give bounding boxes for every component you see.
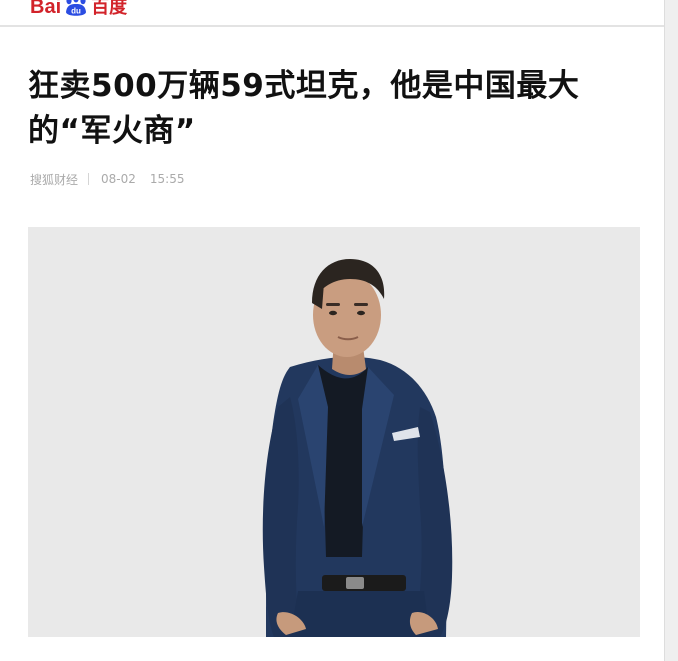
top-bar: Bai du 百度 <box>0 0 664 27</box>
meta-divider <box>88 173 90 185</box>
portrait-illustration <box>28 227 640 637</box>
article-date: 08-02 <box>101 172 136 186</box>
baidu-paw-icon: du <box>63 0 89 18</box>
article-title: 狂卖500万辆59式坦克，他是中国最大的“军火商” <box>28 68 580 149</box>
baidu-logo[interactable]: Bai du 百度 <box>30 0 127 19</box>
article-page: Bai du 百度 狂卖500万辆59式坦克，他是中国最大的“军火商” 搜狐财经… <box>0 0 664 661</box>
article-source[interactable]: 搜狐财经 <box>30 171 78 188</box>
logo-badge: du <box>71 7 81 16</box>
logo-latin: Bai <box>30 0 62 18</box>
article-time: 15:55 <box>149 172 185 186</box>
article-meta: 搜狐财经 08-02 15:55 <box>30 170 184 188</box>
article-photo <box>28 227 640 637</box>
logo-chinese: 百度 <box>91 0 128 17</box>
vertical-scrollbar[interactable] <box>664 0 678 661</box>
